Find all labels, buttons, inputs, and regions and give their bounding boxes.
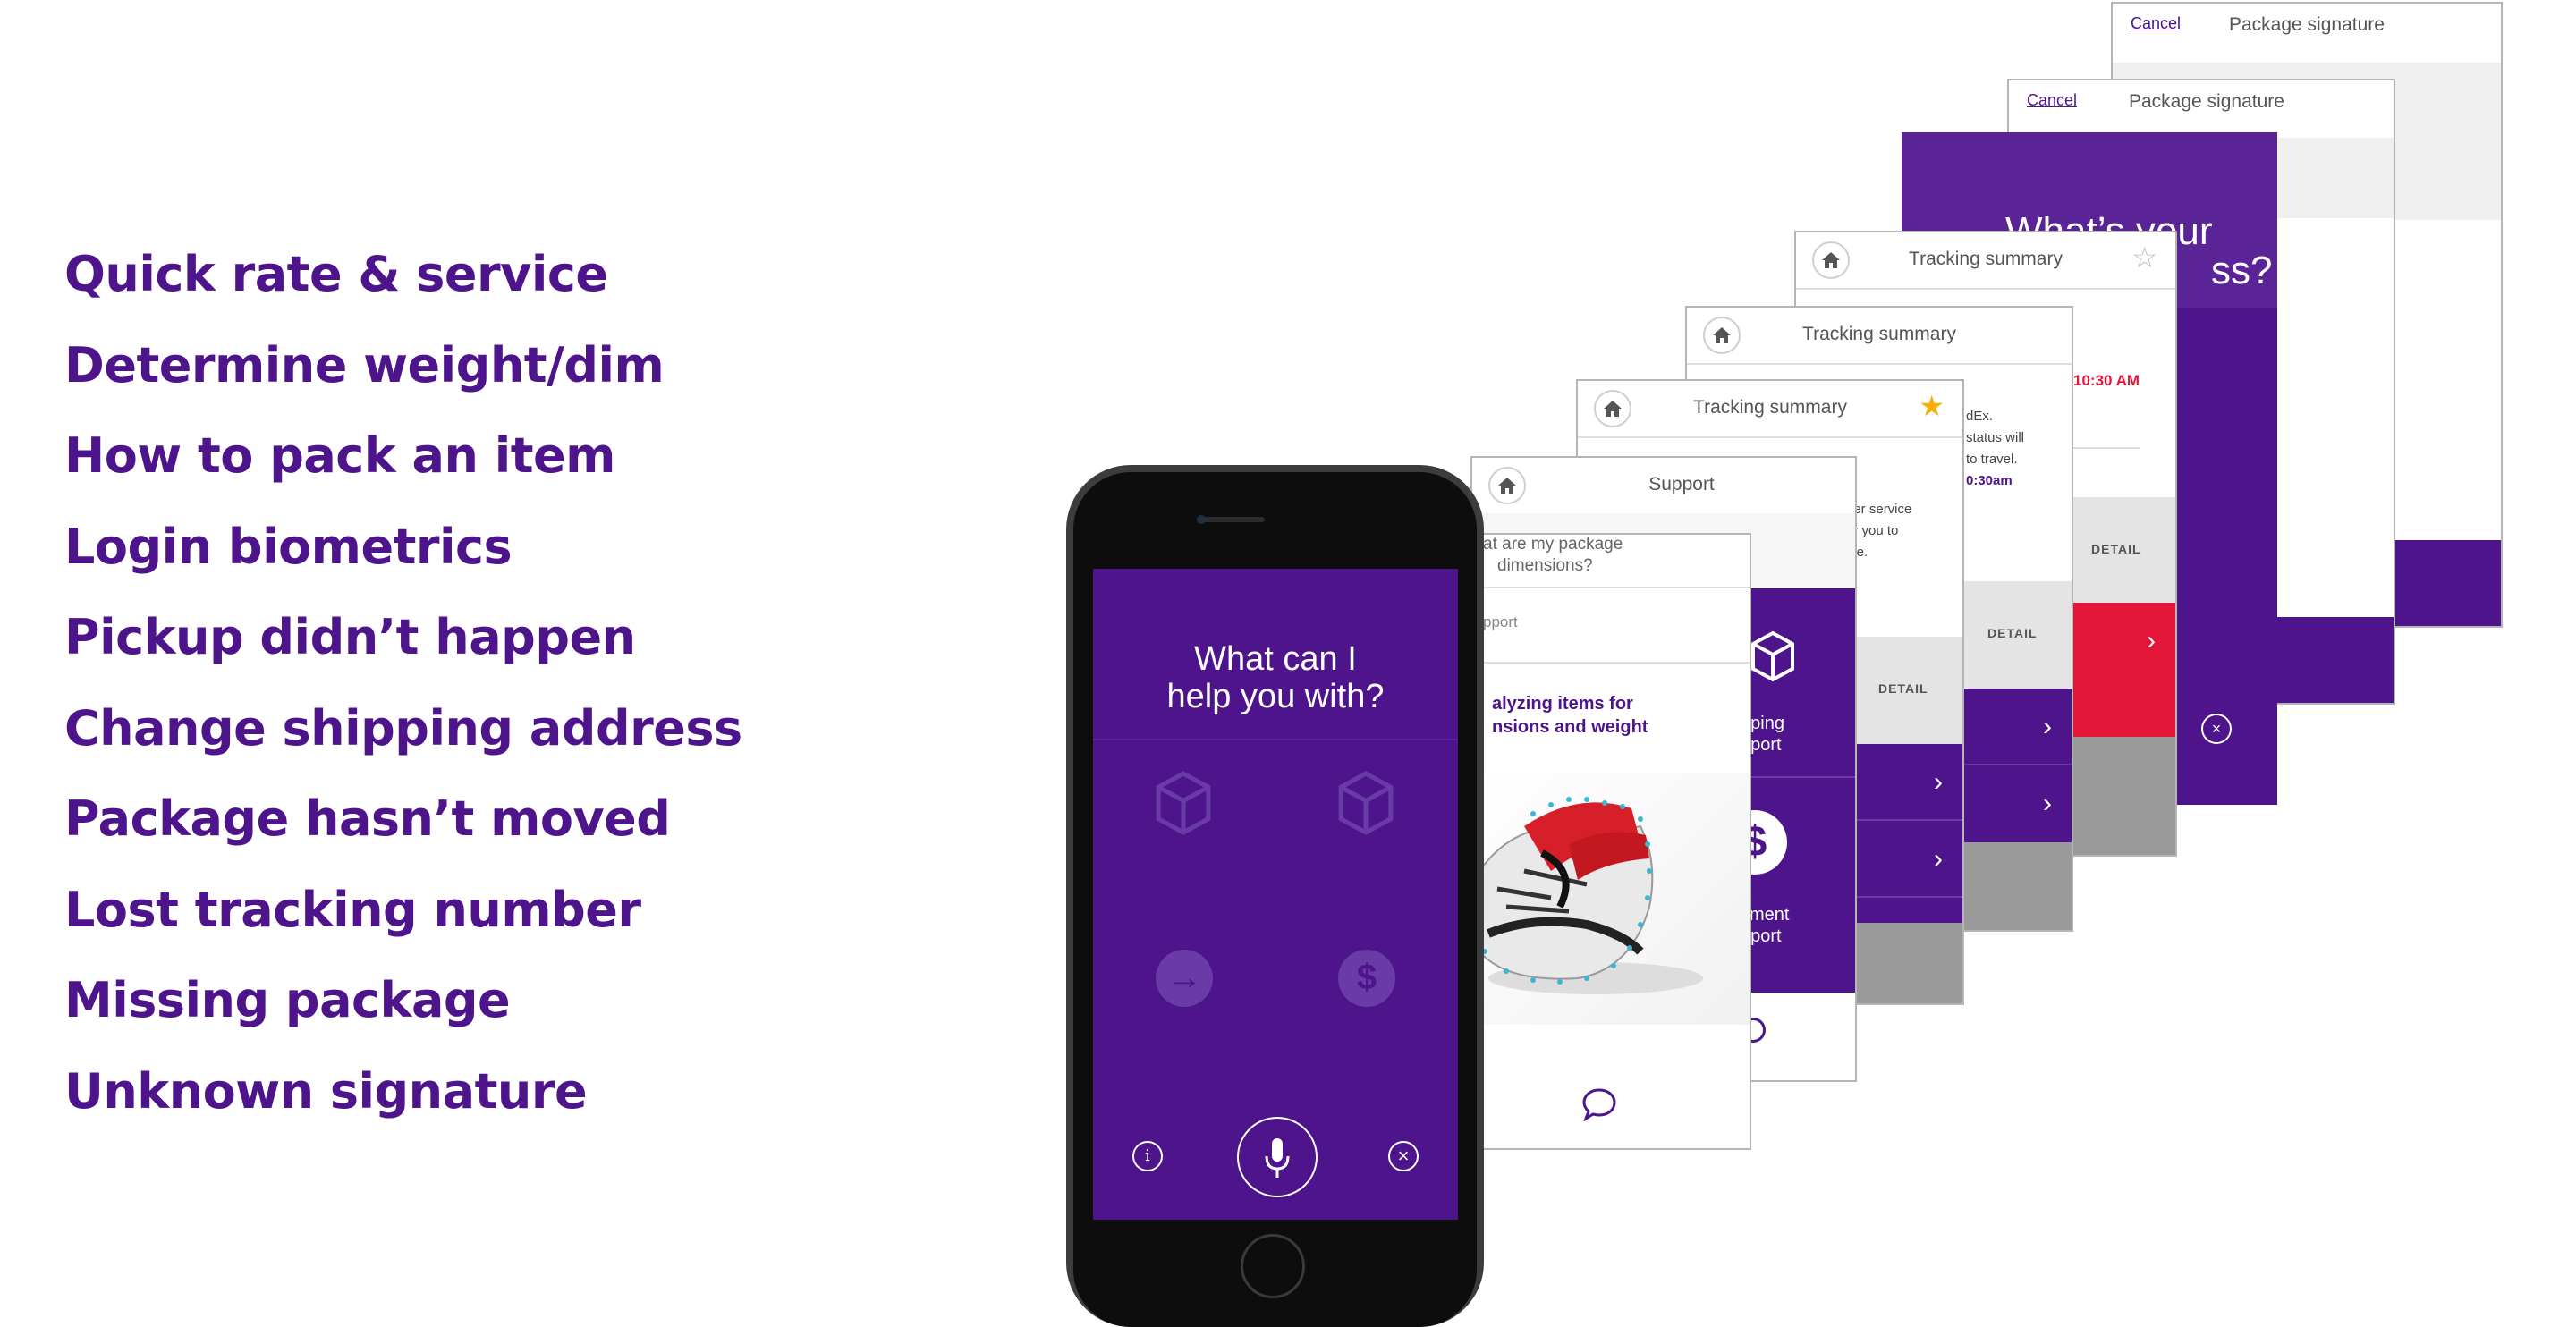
- status-text: to travel.: [1966, 452, 2018, 467]
- assistant-prompt: What can I help you with?: [1093, 640, 1458, 715]
- chevron-right-icon: ›: [2043, 712, 2052, 741]
- chat-icon[interactable]: [1581, 1087, 1617, 1121]
- section-label: pport: [1483, 613, 1518, 630]
- divider: [1470, 662, 1750, 664]
- microphone-icon: [1265, 1138, 1290, 1178]
- footer-panel: [1857, 923, 1962, 1003]
- option-list: › ›: [1857, 744, 1962, 923]
- info-button[interactable]: i: [1132, 1141, 1163, 1171]
- box-icon: [1156, 771, 1211, 835]
- arrow-icon: →: [1156, 950, 1213, 1007]
- status-time: 0:30am: [1966, 473, 2012, 488]
- screen-header: Cancel Package signature: [2009, 80, 2394, 139]
- detail-panel[interactable]: DETAIL: [1857, 637, 1962, 744]
- feature-item: Missing package: [64, 972, 511, 1028]
- cancel-link[interactable]: Cancel: [2131, 14, 2181, 33]
- list-item[interactable]: ›: [1857, 744, 1962, 821]
- tile-payment: $: [1275, 928, 1458, 1107]
- tile-tracking: →: [1093, 928, 1275, 1107]
- detail-panel[interactable]: DETAIL: [2064, 497, 2175, 603]
- option-list: › ›: [1961, 689, 2072, 842]
- chevron-right-icon: ›: [2147, 626, 2156, 655]
- analysis-title: nsions and weight: [1492, 717, 1648, 737]
- status-text: status will: [1966, 430, 2025, 445]
- dollar-icon: $: [1338, 950, 1395, 1007]
- star-outline-icon[interactable]: ☆: [2131, 243, 2157, 272]
- feature-item: Lost tracking number: [64, 881, 641, 938]
- tile-packing: [1093, 740, 1275, 928]
- close-icon[interactable]: ×: [2201, 714, 2232, 744]
- screen-title: Tracking summary: [1909, 249, 2063, 269]
- speaker-grille: [1197, 517, 1265, 522]
- detail-label: DETAIL: [1878, 681, 1928, 696]
- detail-label: DETAIL: [2091, 542, 2141, 556]
- screen-header: Tracking summary: [1687, 308, 2072, 365]
- list-item[interactable]: ›: [1961, 689, 2072, 765]
- cancel-link[interactable]: Cancel: [2027, 91, 2077, 110]
- assistant-screen: What can I help you with? → $ i ×: [1093, 569, 1458, 1220]
- feature-item: Change shipping address: [64, 699, 742, 756]
- close-button[interactable]: ×: [1388, 1141, 1419, 1171]
- shoe-image: [1479, 797, 1703, 994]
- star-filled-icon[interactable]: ★: [1919, 392, 1945, 420]
- support-grid: pping pport $ yment pport: [1723, 588, 1855, 993]
- feature-item: Pickup didn’t happen: [64, 609, 636, 665]
- camera-icon: [1197, 515, 1206, 524]
- footer-panel: [2064, 737, 2175, 855]
- divider: [1470, 587, 1750, 588]
- dimensions-screen: at are my package dimensions? pport alyz…: [1470, 533, 1751, 1150]
- analysis-title: alyzing items for: [1492, 694, 1633, 714]
- status-text: dEx.: [1966, 409, 1994, 424]
- screen-header: Cancel Package signature: [2113, 4, 2501, 64]
- progress-line: [2064, 447, 2140, 449]
- tile-shipping: [1275, 740, 1458, 928]
- user-question: at are my package: [1483, 535, 1623, 554]
- feature-item: Package hasn’t moved: [64, 790, 671, 847]
- list-item[interactable]: ›: [1961, 765, 2072, 841]
- feature-item: Unknown signature: [64, 1062, 588, 1120]
- screen-header: Support: [1472, 458, 1855, 515]
- prompt-line: help you with?: [1166, 678, 1385, 715]
- box-icon: [1751, 630, 1794, 682]
- chevron-right-icon: ›: [1934, 767, 1943, 797]
- microphone-button[interactable]: [1237, 1117, 1318, 1197]
- prompt-line: What can I: [1194, 640, 1357, 678]
- feature-item: Determine weight/dim: [64, 336, 665, 393]
- chevron-right-icon: ›: [1934, 844, 1943, 874]
- footer-panel: [1961, 842, 2072, 930]
- feature-list: Quick rate & service Determine weight/di…: [64, 238, 742, 1145]
- screen-header: Tracking summary ★: [1578, 381, 1962, 438]
- list-item[interactable]: ›: [1857, 821, 1962, 898]
- divider: [1741, 776, 1855, 778]
- detail-panel[interactable]: DETAIL: [1961, 581, 2072, 689]
- chevron-right-icon: ›: [2043, 789, 2052, 818]
- user-question: dimensions?: [1497, 556, 1593, 575]
- home-button[interactable]: [1241, 1234, 1305, 1298]
- screen-title: Package signature: [2229, 14, 2385, 35]
- box-icon: [1338, 771, 1394, 835]
- screen-header: Tracking summary ☆: [1796, 232, 2175, 290]
- shoe-photo: [1470, 773, 1750, 1025]
- feature-item: Login biometrics: [64, 518, 513, 575]
- screen-title: Support: [1648, 474, 1715, 494]
- alert-panel[interactable]: ›: [2064, 603, 2175, 737]
- screen-title: Package signature: [2129, 91, 2284, 112]
- feature-item: How to pack an item: [64, 427, 615, 484]
- screen-title: Tracking summary: [1802, 324, 1956, 344]
- scheduled-time: 10:30 AM: [2073, 372, 2140, 389]
- screen-title: Tracking summary: [1693, 397, 1847, 418]
- question-text-continued: ss?: [2211, 249, 2273, 292]
- detail-label: DETAIL: [1987, 626, 2038, 640]
- feature-item: Quick rate & service: [64, 246, 608, 302]
